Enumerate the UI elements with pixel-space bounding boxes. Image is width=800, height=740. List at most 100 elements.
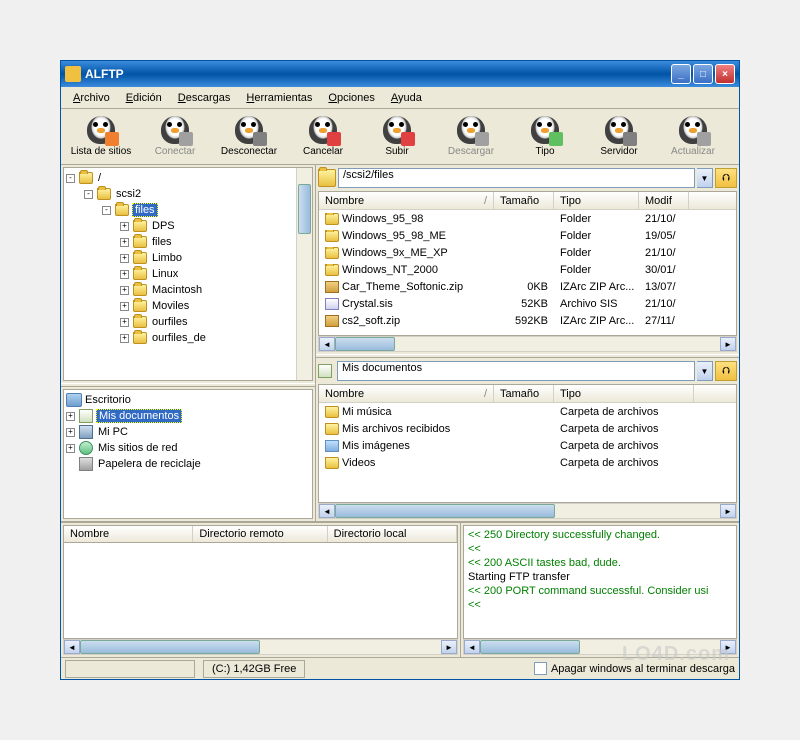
log-output[interactable]: << 250 Directory successfully changed.<<…: [463, 525, 737, 639]
expander-icon[interactable]: +: [66, 444, 75, 453]
toolbar-cancelar[interactable]: Cancelar: [287, 111, 359, 163]
list-item[interactable]: Mi músicaCarpeta de archivos: [319, 403, 736, 420]
list-item[interactable]: Mis imágenesCarpeta de archivos: [319, 437, 736, 454]
toolbar-lista-de-sitios[interactable]: Lista de sitios: [65, 111, 137, 163]
file-modified: 21/10/: [639, 247, 689, 259]
local-dropdown-button[interactable]: ▼: [697, 361, 713, 381]
scroll-right-button[interactable]: ►: [720, 504, 736, 518]
watermark: LO4D.com: [622, 643, 730, 666]
local-path-input[interactable]: Mis documentos: [337, 361, 695, 381]
column-header[interactable]: Tamaño: [494, 385, 554, 402]
close-button[interactable]: ×: [715, 64, 735, 84]
scroll-right-button[interactable]: ►: [441, 640, 457, 654]
list-item[interactable]: Crystal.sis52KBArchivo SIS21/10/: [319, 295, 736, 312]
local-tree-node[interactable]: Papelera de reciclaje: [66, 456, 310, 472]
remote-path-input[interactable]: /scsi2/files: [338, 168, 695, 188]
tree-node[interactable]: +Moviles: [66, 298, 310, 314]
column-header[interactable]: Modif: [639, 192, 689, 209]
list-item[interactable]: Windows_95_98_MEFolder19/05/: [319, 227, 736, 244]
expander-icon[interactable]: +: [120, 270, 129, 279]
scroll-left-button[interactable]: ◄: [319, 504, 335, 518]
queue-column-header[interactable]: Directorio local: [328, 526, 457, 542]
list-item[interactable]: VideosCarpeta de archivos: [319, 454, 736, 471]
remote-hscroll[interactable]: ◄ ►: [318, 336, 737, 352]
column-header[interactable]: Tipo: [554, 385, 694, 402]
remote-tree[interactable]: -/-scsi2-files+DPS+files+Limbo+Linux+Mac…: [63, 167, 313, 381]
expander-icon[interactable]: +: [120, 238, 129, 247]
scroll-right-button[interactable]: ►: [720, 337, 736, 351]
tree-node[interactable]: -/: [66, 170, 310, 186]
tree-node[interactable]: +ourfiles: [66, 314, 310, 330]
local-tree-node[interactable]: +Mis sitios de red: [66, 440, 310, 456]
folder-icon: [325, 230, 339, 242]
expander-icon[interactable]: +: [66, 412, 75, 421]
file-type: IZArc ZIP Arc...: [554, 281, 639, 293]
toolbar-subir[interactable]: Subir: [361, 111, 433, 163]
maximize-button[interactable]: □: [693, 64, 713, 84]
local-file-list[interactable]: Nombre/TamañoTipo Mi músicaCarpeta de ar…: [318, 384, 737, 503]
expander-icon[interactable]: +: [120, 254, 129, 263]
list-item[interactable]: Windows_9x_ME_XPFolder21/10/: [319, 244, 736, 261]
queue-hscroll[interactable]: ◄ ►: [63, 639, 458, 655]
tree-scrollbar[interactable]: [296, 168, 312, 380]
tree-label: Escritorio: [85, 394, 131, 406]
minimize-button[interactable]: _: [671, 64, 691, 84]
local-tree-node[interactable]: +Mi PC: [66, 424, 310, 440]
list-item[interactable]: Windows_95_98Folder21/10/: [319, 210, 736, 227]
local-tree-node[interactable]: +Mis documentos: [66, 408, 310, 424]
toolbar-desconectar[interactable]: Desconectar: [213, 111, 285, 163]
right-splitter[interactable]: [316, 354, 739, 358]
tree-node[interactable]: -files: [66, 202, 310, 218]
go-up-button[interactable]: ⮉: [715, 168, 737, 188]
local-tree[interactable]: Escritorio +Mis documentos+Mi PC+Mis siti…: [63, 389, 313, 519]
list-item[interactable]: Mis archivos recibidosCarpeta de archivo…: [319, 420, 736, 437]
toolbar-servidor[interactable]: Servidor: [583, 111, 655, 163]
shutdown-checkbox[interactable]: [534, 662, 547, 675]
path-dropdown-button[interactable]: ▼: [697, 168, 713, 188]
tree-node[interactable]: +DPS: [66, 218, 310, 234]
desktop-root[interactable]: Escritorio: [66, 392, 310, 408]
expander-icon[interactable]: +: [66, 428, 75, 437]
tree-node[interactable]: +Macintosh: [66, 282, 310, 298]
expander-icon[interactable]: -: [84, 190, 93, 199]
list-item[interactable]: cs2_soft.zip592KBIZArc ZIP Arc...27/11/: [319, 312, 736, 329]
tree-node[interactable]: +files: [66, 234, 310, 250]
queue-column-header[interactable]: Directorio remoto: [193, 526, 327, 542]
tree-node[interactable]: +ourfiles_de: [66, 330, 310, 346]
queue-column-header[interactable]: Nombre: [64, 526, 193, 542]
scroll-left-button[interactable]: ◄: [319, 337, 335, 351]
column-header[interactable]: Nombre/: [319, 192, 494, 209]
queue-body[interactable]: [63, 543, 458, 639]
expander-icon[interactable]: +: [120, 318, 129, 327]
expander-icon[interactable]: -: [102, 206, 111, 215]
expander-icon[interactable]: +: [120, 222, 129, 231]
list-item[interactable]: Car_Theme_Softonic.zip0KBIZArc ZIP Arc..…: [319, 278, 736, 295]
scroll-left-button[interactable]: ◄: [464, 640, 480, 654]
column-header[interactable]: Tipo: [554, 192, 639, 209]
column-header[interactable]: Tamaño: [494, 192, 554, 209]
menu-archivo[interactable]: Archivo: [65, 90, 118, 106]
disk-free-label: (C:) 1,42GB Free: [203, 660, 305, 678]
menu-edición[interactable]: Edición: [118, 90, 170, 106]
menu-herramientas[interactable]: Herramientas: [238, 90, 320, 106]
expander-icon[interactable]: -: [66, 174, 75, 183]
list-item[interactable]: Windows_NT_2000Folder30/01/: [319, 261, 736, 278]
menu-ayuda[interactable]: Ayuda: [383, 90, 430, 106]
file-modified: 21/10/: [639, 213, 689, 225]
tree-node[interactable]: +Limbo: [66, 250, 310, 266]
toolbar-tipo[interactable]: Tipo: [509, 111, 581, 163]
tree-node[interactable]: +Linux: [66, 266, 310, 282]
scroll-left-button[interactable]: ◄: [64, 640, 80, 654]
tree-node[interactable]: -scsi2: [66, 186, 310, 202]
local-go-up-button[interactable]: ⮉: [715, 361, 737, 381]
column-header[interactable]: Nombre/: [319, 385, 494, 402]
remote-file-list[interactable]: Nombre/TamañoTipoModif Windows_95_98Fold…: [318, 191, 737, 336]
folder-icon: [133, 236, 147, 248]
menu-opciones[interactable]: Opciones: [320, 90, 382, 106]
expander-icon[interactable]: +: [120, 302, 129, 311]
expander-icon[interactable]: +: [120, 286, 129, 295]
horizontal-splitter[interactable]: [61, 383, 315, 387]
expander-icon[interactable]: +: [120, 334, 129, 343]
menu-descargas[interactable]: Descargas: [170, 90, 239, 106]
local-hscroll[interactable]: ◄ ►: [318, 503, 737, 519]
